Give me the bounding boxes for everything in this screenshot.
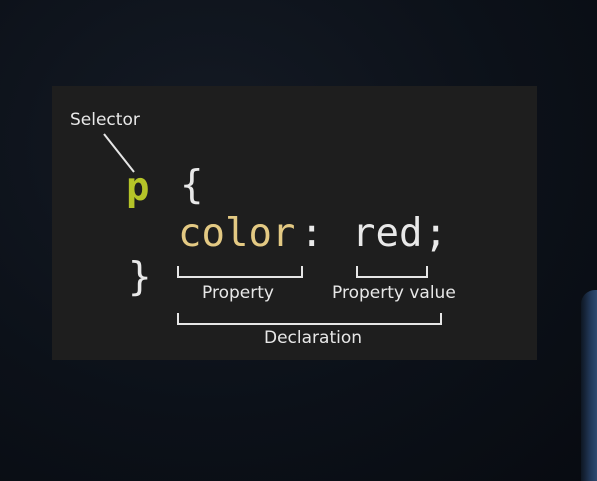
property-bracket (177, 266, 303, 278)
property-value-bracket (356, 266, 428, 278)
annotation-lines (103, 133, 442, 325)
selector-pointer-line (103, 133, 135, 173)
declaration-bracket (177, 313, 442, 325)
